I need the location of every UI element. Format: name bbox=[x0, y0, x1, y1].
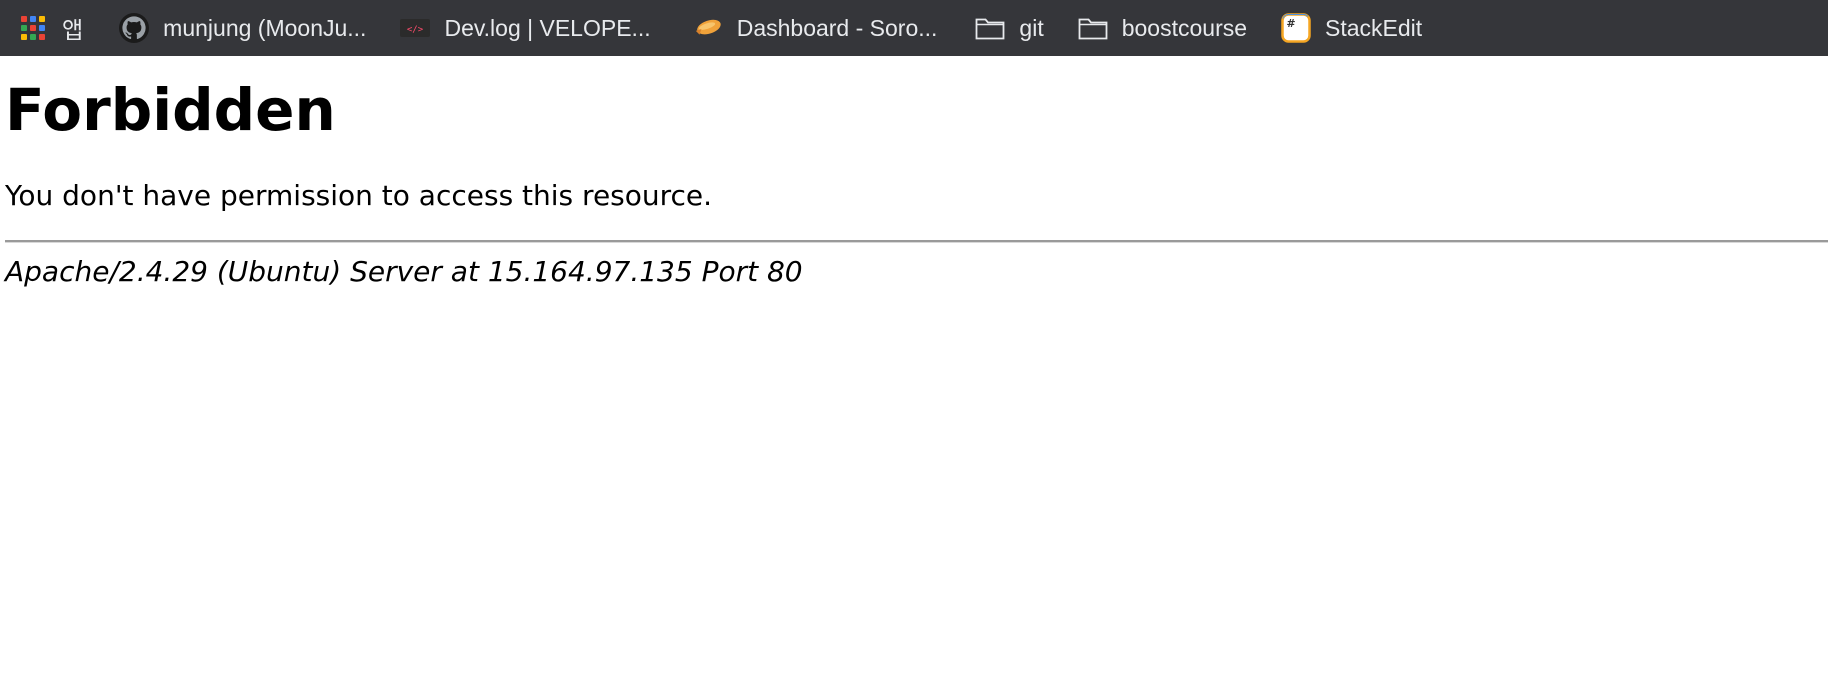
folder-icon bbox=[975, 13, 1005, 43]
bookmark-label: Dev.log | VELOPE... bbox=[444, 14, 651, 41]
bookmark-folder-boostcourse[interactable]: boostcourse bbox=[1078, 8, 1247, 48]
bookmark-github[interactable]: munjung (MoonJu... bbox=[119, 8, 366, 48]
page-title: Forbidden bbox=[5, 76, 336, 144]
apps-grid-icon bbox=[18, 13, 48, 43]
bookmark-label: boostcourse bbox=[1121, 14, 1248, 41]
page-content: Forbidden You don't have permission to a… bbox=[5, 56, 1828, 291]
bookmark-apps[interactable]: 앱 bbox=[18, 8, 83, 48]
bookmark-velog[interactable]: </> Dev.log | VELOPE... bbox=[400, 8, 651, 48]
bookmark-folder-git[interactable]: git bbox=[975, 8, 1044, 48]
blimp-icon bbox=[693, 13, 723, 43]
bookmark-label: munjung (MoonJu... bbox=[163, 14, 367, 41]
bookmark-label: Dashboard - Soro... bbox=[736, 14, 938, 41]
bookmark-label: git bbox=[1019, 14, 1044, 41]
bookmark-dashboard[interactable]: Dashboard - Soro... bbox=[693, 8, 938, 48]
svg-text:</>: </> bbox=[407, 25, 424, 35]
error-message: You don't have permission to access this… bbox=[5, 179, 713, 212]
svg-text:#: # bbox=[1286, 17, 1295, 30]
divider bbox=[5, 240, 1828, 243]
folder-icon bbox=[1078, 13, 1108, 43]
bookmark-label: 앱 bbox=[62, 17, 84, 43]
server-signature: Apache/2.4.29 (Ubuntu) Server at 15.164.… bbox=[5, 255, 803, 288]
stackedit-icon: # bbox=[1281, 13, 1311, 43]
github-icon bbox=[119, 13, 150, 43]
bookmarks-bar: 앱 munjung (MoonJu... </> Dev.log | VELOP… bbox=[0, 0, 1828, 56]
bookmark-stackedit[interactable]: # StackEdit bbox=[1281, 8, 1422, 48]
velog-icon: </> bbox=[400, 13, 431, 43]
bookmark-label: StackEdit bbox=[1325, 14, 1423, 41]
